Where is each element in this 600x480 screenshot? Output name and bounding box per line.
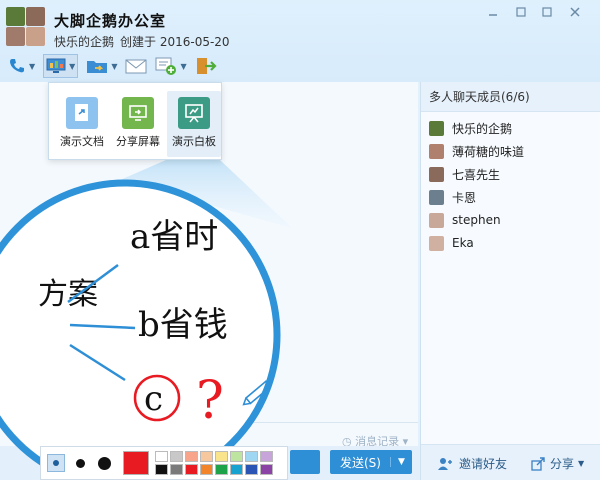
color-swatch[interactable] xyxy=(245,464,258,475)
color-swatch[interactable] xyxy=(260,451,273,462)
color-swatch[interactable] xyxy=(230,451,243,462)
pen-size-large[interactable] xyxy=(95,454,113,472)
share-menu-popup: 演示文档 分享屏幕 演示白板 xyxy=(48,82,222,160)
popup-item-label: 分享屏幕 xyxy=(116,135,160,148)
color-swatch[interactable] xyxy=(200,451,213,462)
share-screen-item[interactable]: 分享屏幕 xyxy=(111,91,165,157)
popup-item-label: 演示文档 xyxy=(60,135,104,148)
popup-item-label: 演示白板 xyxy=(172,135,216,148)
red-question-mark: ? xyxy=(196,371,224,431)
handwriting-option-a: a省时 xyxy=(130,217,218,257)
handwriting-option-c: c xyxy=(144,379,163,419)
handwriting-fang: 方案 xyxy=(38,277,98,312)
handwriting-option-b: b省钱 xyxy=(138,305,228,345)
color-swatch[interactable] xyxy=(215,464,228,475)
color-swatches xyxy=(155,451,273,475)
color-swatch[interactable] xyxy=(170,451,183,462)
color-swatch[interactable] xyxy=(260,464,273,475)
present-document-item[interactable]: 演示文档 xyxy=(55,91,109,157)
current-pen-color[interactable] xyxy=(123,451,149,475)
color-swatch[interactable] xyxy=(200,464,213,475)
color-swatch[interactable] xyxy=(185,451,198,462)
qq-group-chat-window: 大脚企鹅办公室 快乐的企鹅 创建于 2016-05-20 ▼ ▼ ▼ ▼ ◷ 消… xyxy=(0,0,600,480)
color-swatch[interactable] xyxy=(155,464,168,475)
pen-size-medium[interactable] xyxy=(71,454,89,472)
whiteboard-pen-palette xyxy=(40,446,288,480)
color-swatch[interactable] xyxy=(230,464,243,475)
color-swatch[interactable] xyxy=(155,451,168,462)
whiteboard-zoom-view[interactable]: 方案 a省时 b省钱 c ? xyxy=(0,170,290,480)
whiteboard-icon xyxy=(178,97,210,129)
color-swatch[interactable] xyxy=(245,451,258,462)
pen-size-small[interactable] xyxy=(47,454,65,472)
color-swatch[interactable] xyxy=(185,464,198,475)
color-swatch[interactable] xyxy=(170,464,183,475)
whiteboard-item[interactable]: 演示白板 xyxy=(167,91,221,157)
document-present-icon xyxy=(66,97,98,129)
color-swatch[interactable] xyxy=(215,451,228,462)
screen-share-icon xyxy=(122,97,154,129)
